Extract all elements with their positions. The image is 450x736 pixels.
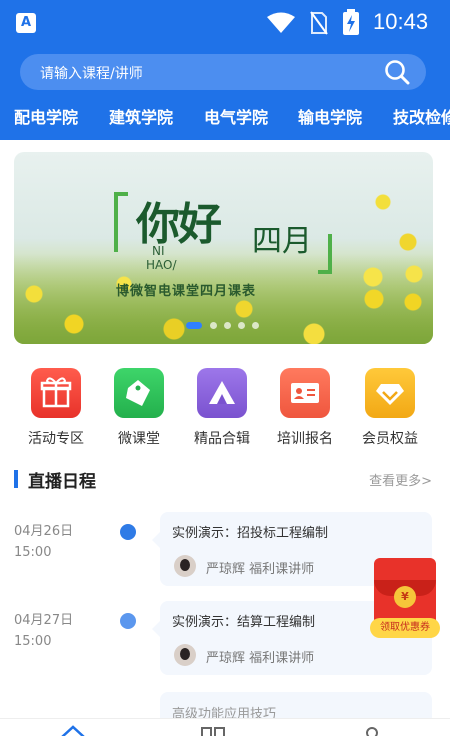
menu-label: 培训报名 [277, 431, 333, 447]
menu-premium-collection[interactable]: 精品合辑 [182, 368, 262, 448]
schedule-day: 04月26日 [14, 524, 74, 539]
banner-bracket-right [318, 234, 332, 274]
lecturer-name: 严琼辉 福利课讲师 [206, 651, 315, 666]
timeline-dot [120, 613, 136, 629]
claim-coupon-button[interactable]: 领取优惠券 [370, 618, 440, 638]
schedule-date: 04月27日 15:00 [14, 610, 73, 652]
banner-headline: 你好 [136, 199, 222, 250]
nav-item-distribution[interactable]: 配电学院 [14, 104, 78, 128]
schedule-day: 04月27日 [14, 613, 74, 628]
status-time: 10:43 [373, 9, 429, 34]
id-card-icon [280, 368, 330, 418]
app-header: A 10:43 请输入课程/讲师 配电学院 建筑学院 电气学院 输电学院 技改检… [0, 0, 450, 140]
menu-label: 精品合辑 [194, 431, 250, 447]
menu-label: 会员权益 [362, 431, 418, 447]
menu-micro-class[interactable]: 微课堂 [99, 368, 179, 448]
nav-item-construction[interactable]: 建筑学院 [109, 104, 173, 128]
lecturer-avatar [174, 644, 196, 666]
menu-label: 微课堂 [118, 431, 160, 447]
pagination-dot[interactable] [210, 322, 217, 329]
pagination-dot-active[interactable] [186, 322, 202, 329]
view-more-link[interactable]: 查看更多> [369, 470, 432, 489]
schedule-time: 15:00 [14, 545, 52, 560]
banner-bracket-left [114, 192, 128, 252]
wifi-icon [267, 12, 295, 33]
bottom-tab-bar [0, 718, 450, 736]
menu-training-signup[interactable]: 培训报名 [265, 368, 345, 448]
app-notification-icon: A [16, 13, 36, 33]
lecturer-name: 严琼辉 福利课讲师 [206, 562, 315, 577]
battery-charging-icon [343, 9, 359, 35]
banner-subtitle: 博微智电课堂四月课表 [116, 284, 257, 299]
nav-item-transmission[interactable]: 输电学院 [298, 104, 362, 128]
status-bar: A 10:43 [0, 0, 450, 44]
tags-icon [114, 368, 164, 418]
pagination-dot[interactable] [224, 322, 231, 329]
menu-label: 活动专区 [28, 431, 84, 447]
timeline-dot [120, 524, 136, 540]
schedule-date: 04月26日 15:00 [14, 521, 73, 563]
coin-icon: ¥ [394, 586, 416, 608]
section-title: 直播日程 [28, 472, 96, 492]
category-icon[interactable] [200, 725, 226, 736]
no-sim-icon [310, 11, 328, 35]
schedule-time: 15:00 [14, 634, 52, 649]
promo-banner[interactable]: 你好 四月 NI HAO/ 博微智电课堂四月课表 [14, 152, 433, 344]
banner-english-1: NI [152, 244, 165, 258]
section-marker [14, 470, 18, 488]
gift-icon [31, 368, 81, 418]
session-title: 实例演示：招投标工程编制 [172, 526, 329, 541]
nav-item-electrical[interactable]: 电气学院 [204, 104, 268, 128]
search-bar[interactable]: 请输入课程/讲师 [20, 54, 426, 90]
pagination-dot[interactable] [252, 322, 259, 329]
diamond-icon [365, 368, 415, 418]
profile-icon[interactable] [362, 725, 382, 736]
college-nav: 配电学院 建筑学院 电气学院 输电学院 技改检修 [0, 100, 450, 132]
pagination-dot[interactable] [238, 322, 245, 329]
session-title: 实例演示：结算工程编制 [172, 615, 316, 630]
nav-item-maintenance[interactable]: 技改检修 [393, 104, 450, 128]
menu-member-benefits[interactable]: 会员权益 [350, 368, 430, 448]
tent-icon [197, 368, 247, 418]
banner-flowers [353, 182, 433, 332]
lecturer-avatar [174, 555, 196, 577]
search-icon[interactable] [384, 59, 410, 85]
home-icon[interactable] [60, 725, 86, 736]
banner-month: 四月 [252, 224, 312, 259]
search-input[interactable]: 请输入课程/讲师 [40, 63, 143, 83]
menu-activity-zone[interactable]: 活动专区 [16, 368, 96, 448]
banner-english-2: HAO/ [146, 258, 177, 272]
coupon-red-envelope[interactable]: ¥ 领取优惠券 [368, 558, 440, 640]
